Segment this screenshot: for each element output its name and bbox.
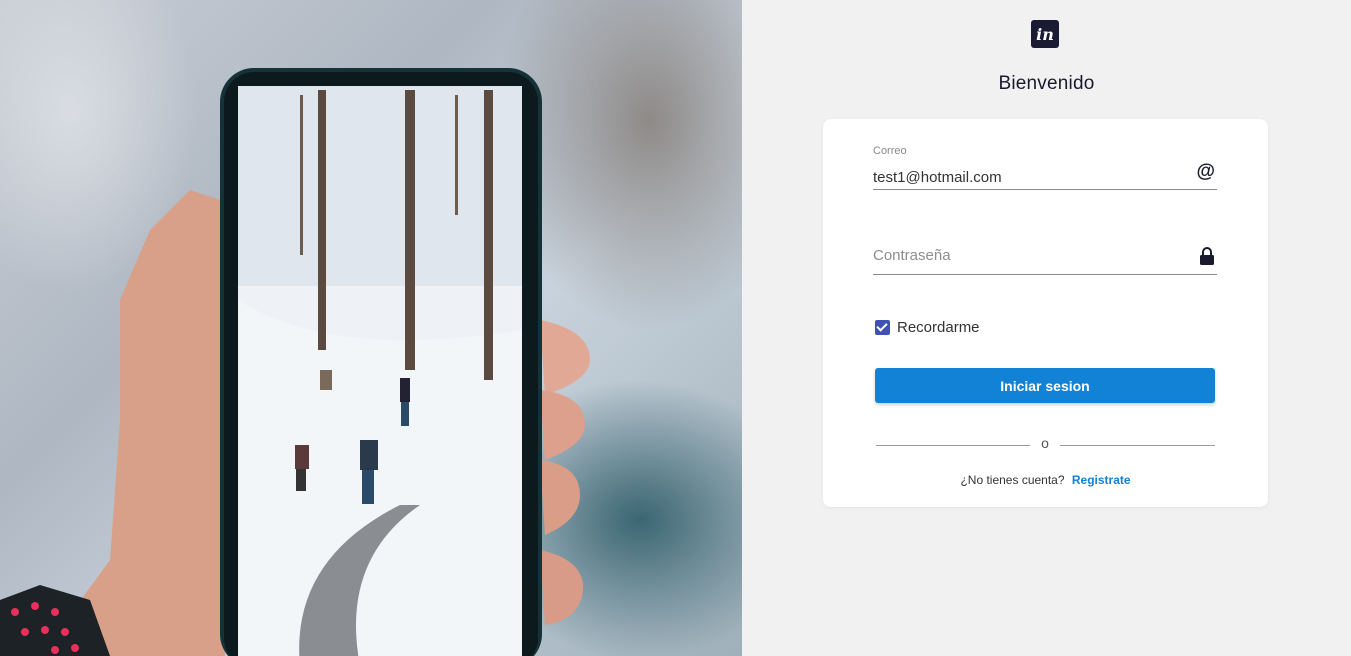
- signup-prompt: ¿No tienes cuenta?: [960, 473, 1065, 487]
- remember-label: Recordarme: [897, 319, 980, 336]
- email-label: Correo: [873, 145, 907, 157]
- email-field[interactable]: Correo test1@hotmail.com @: [873, 145, 1217, 190]
- lock-icon: [1199, 247, 1215, 270]
- login-card: Correo test1@hotmail.com @ Contraseña Re…: [823, 119, 1268, 507]
- brand-logo: in: [1031, 20, 1059, 48]
- at-icon: @: [1196, 161, 1215, 182]
- page-title: Bienvenido: [998, 73, 1095, 94]
- signup-row: ¿No tienes cuenta? Registrate: [823, 473, 1268, 487]
- remember-me[interactable]: Recordarme: [875, 319, 980, 336]
- phone-in-hand-illustration: [0, 68, 590, 656]
- login-button[interactable]: Iniciar sesion: [875, 368, 1215, 403]
- hero-photo: [0, 0, 742, 656]
- password-field[interactable]: Contraseña: [873, 247, 1217, 275]
- remember-checkbox[interactable]: [875, 320, 890, 335]
- password-input[interactable]: Contraseña: [873, 247, 1217, 264]
- divider-text: o: [1041, 435, 1049, 451]
- email-input[interactable]: test1@hotmail.com: [873, 169, 1217, 187]
- divider: o: [876, 435, 1215, 451]
- password-underline: [873, 274, 1217, 275]
- signup-link[interactable]: Registrate: [1072, 473, 1131, 487]
- email-underline: [873, 189, 1217, 190]
- login-panel: in Bienvenido Correo test1@hotmail.com @…: [742, 0, 1351, 656]
